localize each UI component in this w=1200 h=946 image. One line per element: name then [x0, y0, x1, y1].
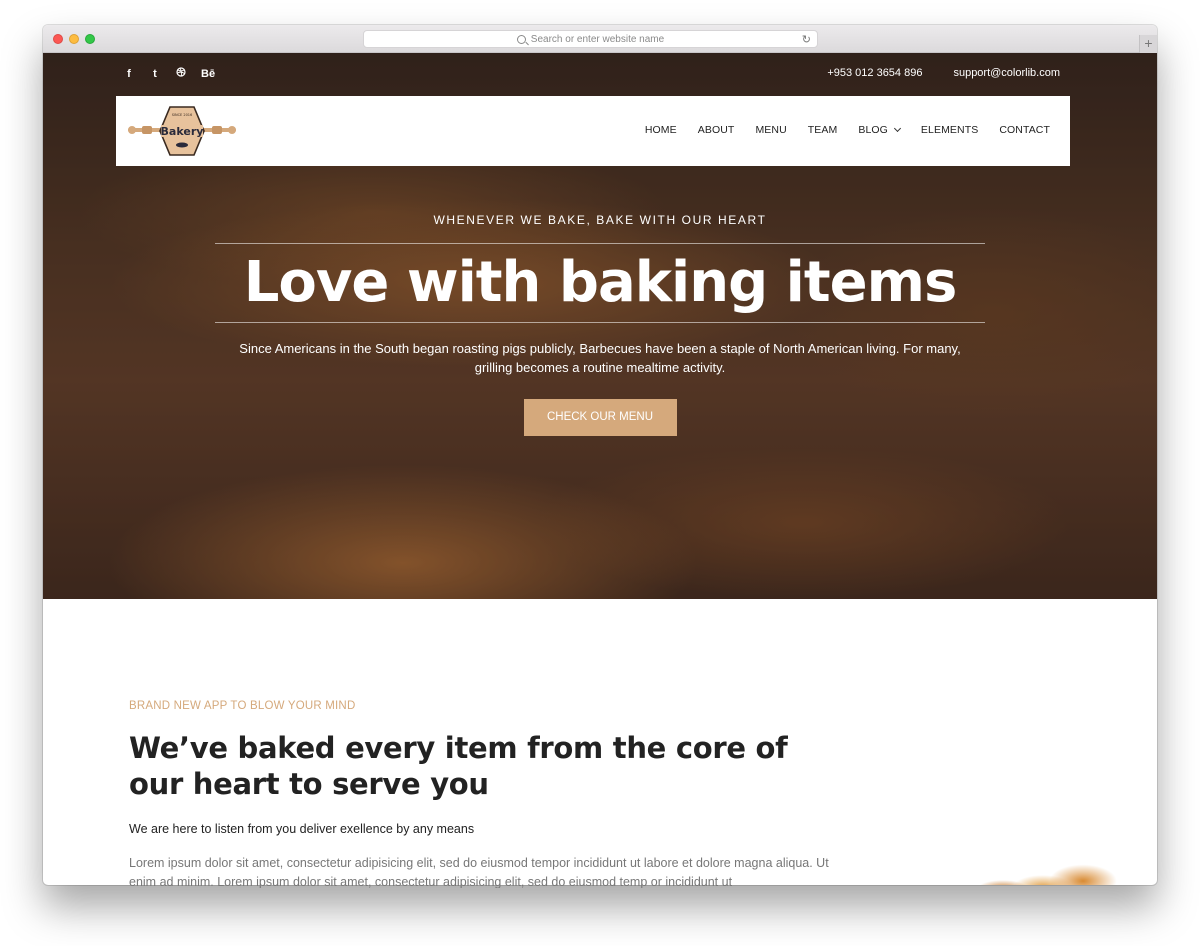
email-address[interactable]: support@colorlib.com — [953, 67, 1060, 79]
nav-contact[interactable]: CONTACT — [999, 124, 1050, 136]
reload-icon[interactable]: ↻ — [802, 33, 811, 46]
about-title: We’ve baked every item from the core of … — [129, 731, 788, 801]
about-eyebrow: BRAND NEW APP TO BLOW YOUR MIND — [129, 700, 356, 712]
close-window-button[interactable] — [53, 34, 63, 44]
address-bar[interactable]: Search or enter website name ↻ — [363, 30, 818, 48]
top-contact: +953 012 3654 896 support@colorlib.com — [827, 67, 1060, 79]
nav-links: HOME ABOUT MENU TEAM BLOG ELEMENTS CONTA… — [624, 124, 1050, 136]
nav-menu[interactable]: MENU — [755, 124, 786, 136]
about-content: BRAND NEW APP TO BLOW YOUR MIND We’ve ba… — [129, 700, 849, 888]
nav-blog[interactable]: BLOG — [858, 124, 901, 136]
logo-name-text: Bakery — [161, 125, 204, 138]
minimize-window-button[interactable] — [69, 34, 79, 44]
hero-title: Love with baking items — [243, 250, 958, 315]
chevron-down-icon — [893, 124, 901, 133]
hero-description: Since Americans in the South began roast… — [239, 341, 961, 375]
behance-icon[interactable]: Bē — [201, 68, 215, 80]
about-subtitle: We are here to listen from you deliver e… — [129, 822, 475, 836]
hero-divider-bottom — [215, 322, 985, 323]
address-placeholder: Search or enter website name — [530, 33, 665, 45]
nav-team[interactable]: TEAM — [808, 124, 838, 136]
nav-about[interactable]: ABOUT — [698, 124, 735, 136]
pastry-image — [943, 845, 1133, 885]
hero-divider-top — [215, 243, 985, 244]
nav-blog-label: BLOG — [858, 124, 888, 136]
main-navbar: SINCE 2016 Bakery HOME ABOUT MENU TEAM B… — [116, 96, 1070, 166]
twitter-icon[interactable]: t — [149, 68, 161, 80]
bakery-logo[interactable]: SINCE 2016 Bakery — [128, 106, 236, 156]
dribbble-icon[interactable] — [175, 67, 187, 80]
hero-content: WHENEVER WE BAKE, BAKE WITH OUR HEART Lo… — [43, 213, 1157, 436]
new-tab-button[interactable]: + — [1139, 35, 1157, 53]
nav-home[interactable]: HOME — [645, 124, 677, 136]
hero-section: f t Bē +953 012 3654 896 support@colorli… — [43, 53, 1157, 599]
phone-number[interactable]: +953 012 3654 896 — [827, 67, 922, 79]
about-body: Lorem ipsum dolor sit amet, consectetur … — [129, 856, 829, 888]
check-menu-button[interactable]: CHECK OUR MENU — [523, 399, 677, 436]
hero-eyebrow: WHENEVER WE BAKE, BAKE WITH OUR HEART — [433, 213, 767, 227]
browser-titlebar: Search or enter website name ↻ + — [43, 25, 1157, 53]
maximize-window-button[interactable] — [85, 34, 95, 44]
nav-elements[interactable]: ELEMENTS — [921, 124, 978, 136]
social-links: f t Bē — [123, 67, 215, 80]
search-icon — [516, 34, 526, 44]
logo-since-text: SINCE 2016 — [172, 113, 193, 117]
facebook-icon[interactable]: f — [123, 68, 135, 80]
